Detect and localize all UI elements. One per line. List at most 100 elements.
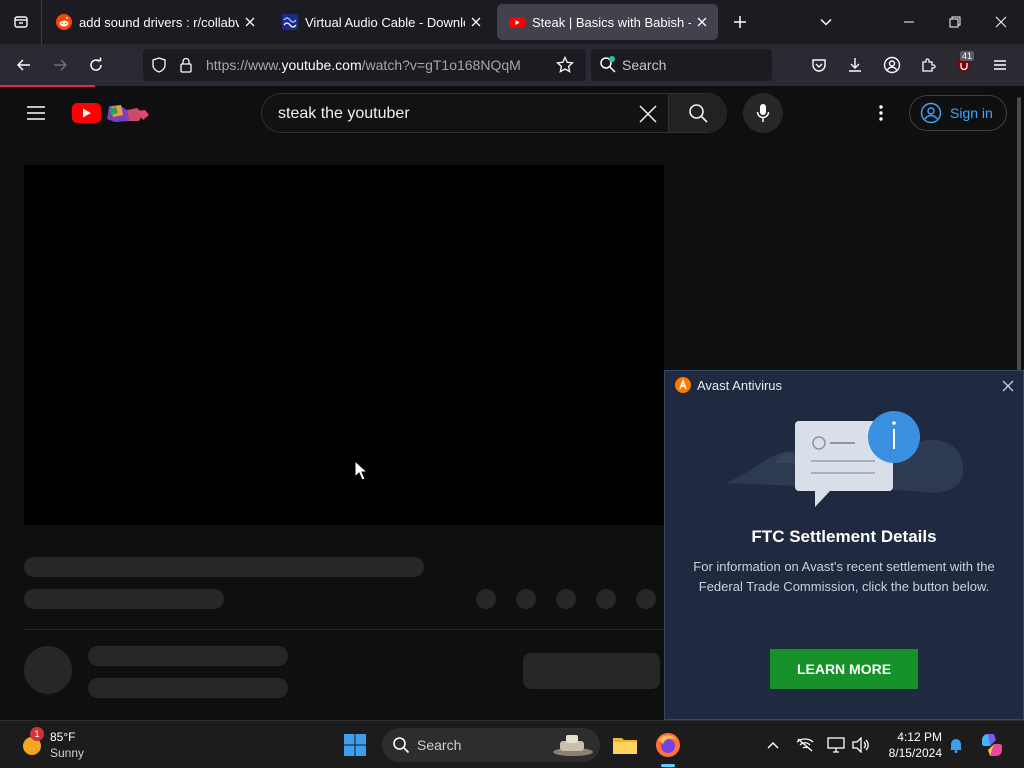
copilot-icon: [982, 734, 1002, 756]
account-icon: [883, 56, 901, 74]
downloads-button[interactable]: [839, 49, 871, 81]
close-window-button[interactable]: [978, 0, 1024, 44]
settings-more-button[interactable]: [866, 97, 896, 129]
bookmark-star-icon[interactable]: [556, 56, 574, 74]
action-skeleton: [476, 589, 496, 609]
microphone-icon: [756, 104, 770, 122]
tab-list-icon: [13, 16, 28, 28]
voice-search-button[interactable]: [743, 93, 783, 133]
taskbar-search[interactable]: Search: [382, 728, 600, 762]
windows-logo-icon: [344, 734, 366, 756]
url-domain: youtube.com: [281, 57, 362, 73]
active-app-indicator: [661, 764, 675, 767]
extension-badge: 41: [960, 51, 975, 61]
reddit-icon: [56, 14, 72, 30]
close-icon: [639, 105, 657, 123]
tab-youtube-steak[interactable]: Steak | Basics with Babish - YouTube: [497, 4, 718, 40]
channel-name-skeleton: [88, 646, 288, 666]
learn-more-button[interactable]: LEARN MORE: [770, 649, 918, 689]
back-button[interactable]: [8, 49, 40, 81]
lock-icon[interactable]: [179, 57, 193, 73]
download-icon: [849, 58, 861, 72]
tab-title: add sound drivers : r/collabvm: [79, 14, 239, 30]
list-all-tabs-button[interactable]: [0, 0, 42, 44]
search-submit-button[interactable]: [669, 94, 727, 132]
tab-strip: add sound drivers : r/collabvm Virtual A…: [0, 0, 1024, 44]
close-icon: [995, 16, 1007, 28]
search-engine-icon: [600, 56, 616, 73]
youtube-doodle-logo-icon: [72, 103, 149, 123]
search-highlight-icon: [553, 735, 593, 756]
desktop: { "browser": { "tabs": [ {"title": "add …: [0, 0, 1024, 768]
taskbar: 1 85°F Sunny Search 4:12 PM 8/15/2024: [0, 720, 1024, 768]
minimize-icon: [904, 21, 914, 23]
action-skeleton: [556, 589, 576, 609]
youtube-search-box[interactable]: steak the youtuber: [261, 93, 727, 133]
firefox-taskbar-icon[interactable]: [652, 729, 684, 761]
action-skeleton: [596, 589, 616, 609]
avast-close-button[interactable]: [997, 375, 1019, 397]
file-explorer-taskbar-icon[interactable]: [609, 729, 641, 761]
weather-widget[interactable]: 1 85°F Sunny: [18, 727, 118, 763]
avast-notification: Avast Antivirus FTC Settlement Details F…: [664, 370, 1024, 720]
browser-search-bar[interactable]: Search: [591, 49, 772, 81]
account-button[interactable]: [876, 49, 908, 81]
notifications-button[interactable]: [940, 729, 972, 761]
subscribe-button-skeleton: [523, 653, 660, 689]
plus-icon: [734, 16, 746, 28]
folder-icon: [613, 738, 637, 754]
close-tab-icon[interactable]: [239, 11, 261, 33]
new-tab-button[interactable]: [726, 8, 754, 36]
tab-title: Virtual Audio Cable - Download: [305, 14, 465, 30]
video-player[interactable]: [24, 165, 664, 525]
youtube-icon: [509, 14, 525, 30]
mouse-cursor-icon: [354, 460, 368, 481]
sign-in-button[interactable]: Sign in: [909, 95, 1007, 131]
youtube-logo[interactable]: [71, 101, 159, 125]
copilot-button[interactable]: [976, 729, 1008, 761]
chevron-down-icon: [820, 18, 832, 26]
reload-button[interactable]: [80, 49, 112, 81]
restore-button[interactable]: [932, 0, 978, 44]
sign-in-label: Sign in: [950, 105, 993, 121]
guide-menu-button[interactable]: [20, 97, 52, 129]
user-circle-icon: [920, 102, 942, 124]
extensions-button[interactable]: [912, 49, 944, 81]
subscriber-skeleton: [88, 678, 288, 698]
search-query-text[interactable]: steak the youtuber: [278, 105, 410, 123]
address-bar[interactable]: https://www.youtube.com/watch?v=gT1o168N…: [143, 49, 586, 81]
close-tab-icon[interactable]: [465, 11, 487, 33]
chevron-up-icon: [767, 742, 779, 749]
start-button[interactable]: [343, 733, 367, 757]
channel-avatar-skeleton: [24, 646, 72, 694]
pocket-button[interactable]: [803, 49, 835, 81]
reload-icon: [90, 57, 102, 71]
app-menu-button[interactable]: [984, 49, 1016, 81]
url-text[interactable]: https://www.youtube.com/watch?v=gT1o168N…: [206, 57, 521, 73]
avast-body-text: For information on Avast's recent settle…: [693, 559, 995, 594]
url-path: /watch?v=gT1o168NQqM: [361, 57, 521, 73]
info-message-illustration: [725, 411, 964, 507]
puzzle-icon: [922, 58, 936, 72]
volume-button[interactable]: [845, 729, 877, 761]
taskbar-search-placeholder: Search: [417, 737, 462, 753]
url-prefix: https://www.: [206, 57, 282, 73]
tab-title: Steak | Basics with Babish - YouTube: [532, 14, 691, 30]
tracking-shield-icon[interactable]: [151, 57, 167, 73]
tab-virtual-audio-cable[interactable]: Virtual Audio Cable - Download: [270, 4, 492, 40]
system-clock[interactable]: 4:12 PM 8/15/2024: [878, 729, 942, 761]
bell-icon: [950, 739, 962, 753]
minimize-button[interactable]: [886, 0, 932, 44]
weather-condition: Sunny: [50, 746, 85, 760]
close-tab-icon[interactable]: [691, 11, 713, 33]
action-skeleton: [516, 589, 536, 609]
tab-overflow-button[interactable]: [812, 8, 840, 36]
ublock-extension-button[interactable]: 41: [948, 49, 980, 81]
show-hidden-icons-button[interactable]: [757, 729, 789, 761]
section-divider: [24, 629, 664, 630]
forward-button[interactable]: [44, 49, 76, 81]
network-status-button[interactable]: [789, 729, 821, 761]
clear-search-button[interactable]: [632, 98, 664, 130]
tab-reddit[interactable]: add sound drivers : r/collabvm: [44, 4, 266, 40]
action-skeleton: [636, 589, 656, 609]
